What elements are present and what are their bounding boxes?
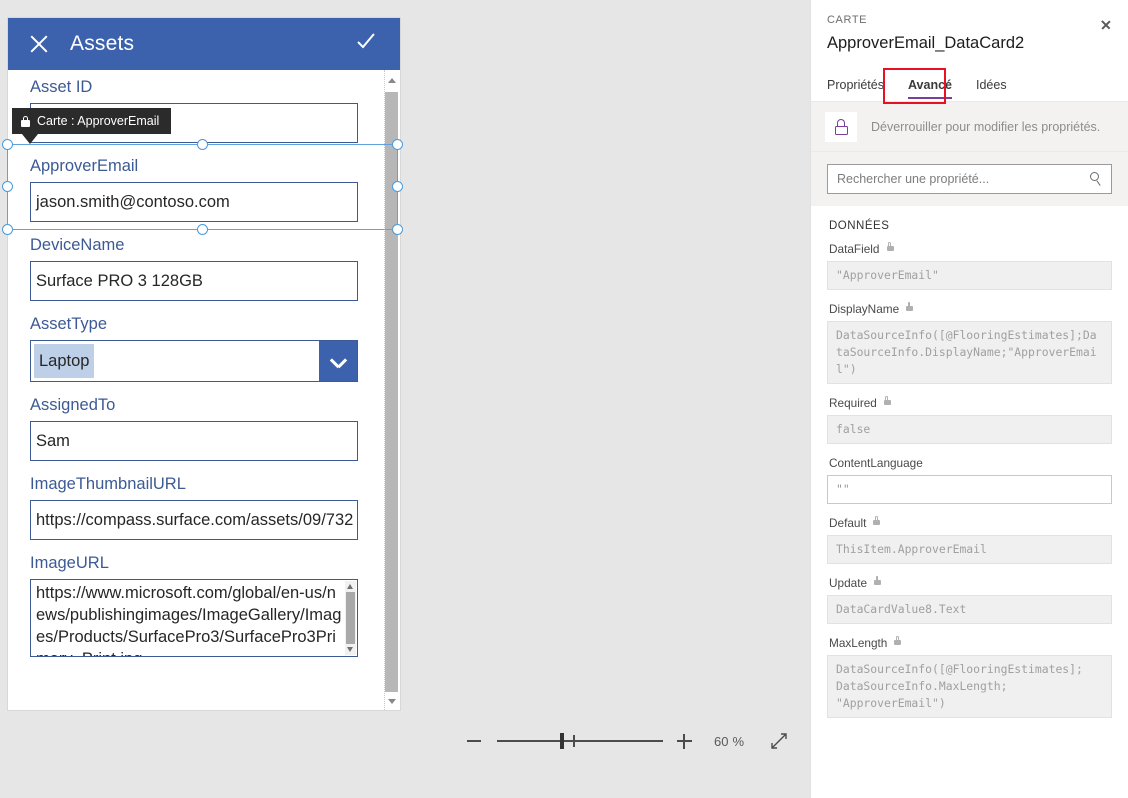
scrollbar-thumb[interactable] bbox=[346, 592, 355, 644]
lock-banner[interactable]: Déverrouiller pour modifier les propriét… bbox=[811, 102, 1128, 152]
lock-icon bbox=[21, 115, 30, 127]
property-search-box[interactable]: Rechercher une propriété... bbox=[827, 164, 1112, 194]
zoom-toolbar: 60 % bbox=[0, 722, 810, 760]
slider-track bbox=[496, 740, 663, 742]
canvas-area: Assets Asset ID ApproverEmail jason.smit… bbox=[0, 0, 810, 760]
selection-tooltip: Carte : ApproverEmail bbox=[12, 108, 172, 134]
scroll-up-arrow-icon[interactable] bbox=[388, 78, 396, 83]
app-title: Assets bbox=[70, 32, 135, 55]
property-default: Default ThisItem.ApproverEmail bbox=[827, 516, 1112, 564]
property-required: Required false bbox=[827, 396, 1112, 444]
textarea-scrollbar[interactable] bbox=[345, 581, 356, 655]
property-label: Required bbox=[829, 396, 877, 410]
scroll-down-arrow-icon[interactable] bbox=[388, 699, 396, 704]
data-card-approveremail[interactable]: ApproverEmail jason.smith@contoso.com bbox=[8, 143, 380, 222]
property-value[interactable]: DataSourceInfo([@FlooringEstimates]; Dat… bbox=[827, 655, 1112, 718]
close-icon[interactable] bbox=[28, 33, 50, 55]
panel-header: CARTE ApproverEmail_DataCard2 bbox=[811, 0, 1128, 68]
imageurl-textarea[interactable]: https://www.microsoft.com/global/en-us/n… bbox=[30, 579, 358, 657]
tab-avance[interactable]: Avancé bbox=[907, 78, 962, 101]
zoom-slider[interactable] bbox=[496, 731, 663, 751]
property-value[interactable]: false bbox=[827, 415, 1112, 444]
lock-icon bbox=[906, 302, 914, 311]
assignedto-input[interactable]: Sam bbox=[30, 421, 358, 461]
search-icon[interactable] bbox=[1090, 172, 1103, 187]
property-value[interactable]: "ApproverEmail" bbox=[827, 261, 1112, 290]
panel-tabs: Propriétés Avancé Idées bbox=[811, 68, 1128, 102]
approveremail-input[interactable]: jason.smith@contoso.com bbox=[30, 182, 358, 222]
tab-idees[interactable]: Idées bbox=[976, 78, 1017, 101]
zoom-out-button[interactable] bbox=[466, 740, 481, 742]
data-card-imageurl[interactable]: ImageURL https://www.microsoft.com/globa… bbox=[8, 540, 380, 657]
zoom-percent-sign: % bbox=[732, 733, 744, 749]
properties-list: DONNÉES DataField "ApproverEmail" Displa… bbox=[811, 206, 1128, 798]
chevron-down-icon bbox=[331, 354, 346, 369]
slider-tick bbox=[572, 735, 575, 747]
property-value[interactable]: DataCardValue8.Text bbox=[827, 595, 1112, 624]
property-value[interactable]: ThisItem.ApproverEmail bbox=[827, 535, 1112, 564]
property-label: MaxLength bbox=[829, 636, 888, 650]
property-value[interactable]: "" bbox=[827, 475, 1112, 504]
assettype-dropdown[interactable]: Laptop bbox=[30, 340, 358, 382]
zoom-in-button[interactable] bbox=[676, 733, 692, 749]
lock-icon bbox=[834, 118, 848, 135]
panel-title: ApproverEmail_DataCard2 bbox=[827, 34, 1025, 52]
property-label: ContentLanguage bbox=[829, 456, 923, 470]
form-scrollbar[interactable] bbox=[380, 70, 400, 710]
app-header: Assets bbox=[8, 18, 400, 70]
lock-icon bbox=[886, 242, 894, 251]
data-card-imagethumbnailurl[interactable]: ImageThumbnailURL https://compass.surfac… bbox=[8, 461, 380, 540]
field-label: ImageThumbnailURL bbox=[30, 475, 186, 493]
imagethumbnailurl-input[interactable]: https://compass.surface.com/assets/09/73… bbox=[30, 500, 358, 540]
lock-button[interactable] bbox=[825, 111, 857, 142]
fit-to-screen-icon[interactable] bbox=[770, 732, 788, 750]
devicename-input[interactable]: Surface PRO 3 128GB bbox=[30, 261, 358, 301]
panel-kicker: CARTE bbox=[827, 14, 868, 26]
property-displayname: DisplayName DataSourceInfo([@FlooringEst… bbox=[827, 302, 1112, 384]
property-maxlength: MaxLength DataSourceInfo([@FlooringEstim… bbox=[827, 636, 1112, 718]
assettype-selected-value: Laptop bbox=[34, 344, 95, 378]
scroll-up-arrow-icon[interactable] bbox=[347, 584, 353, 589]
form-body: Asset ID ApproverEmail jason.smith@conto… bbox=[8, 70, 400, 710]
chevron-right-icon[interactable] bbox=[1100, 16, 1114, 30]
property-update: Update DataCardValue8.Text bbox=[827, 576, 1112, 624]
property-contentlanguage: ContentLanguage "" bbox=[827, 456, 1112, 504]
field-label: DeviceName bbox=[30, 236, 125, 254]
lock-icon bbox=[874, 576, 882, 585]
data-card-assignedto[interactable]: AssignedTo Sam bbox=[8, 382, 380, 461]
data-card-devicename[interactable]: DeviceName Surface PRO 3 128GB bbox=[8, 222, 380, 301]
property-label: DataField bbox=[829, 242, 880, 256]
imageurl-text: https://www.microsoft.com/global/en-us/n… bbox=[36, 584, 342, 656]
tooltip-text: Carte : ApproverEmail bbox=[37, 114, 160, 128]
dropdown-toggle-button[interactable] bbox=[319, 341, 357, 381]
data-card-assettype[interactable]: AssetType Laptop bbox=[8, 301, 380, 382]
check-icon[interactable] bbox=[356, 34, 380, 56]
tab-proprietes[interactable]: Propriétés bbox=[827, 78, 894, 101]
field-label: Asset ID bbox=[30, 78, 93, 96]
section-title-donnees: DONNÉES bbox=[829, 220, 890, 232]
lock-icon bbox=[894, 636, 902, 645]
search-placeholder: Rechercher une propriété... bbox=[837, 172, 990, 186]
lock-banner-text: Déverrouiller pour modifier les propriét… bbox=[871, 119, 1101, 134]
slider-handle[interactable] bbox=[559, 733, 564, 749]
property-label: DisplayName bbox=[829, 302, 900, 316]
field-label: AssignedTo bbox=[30, 396, 116, 414]
property-label: Update bbox=[829, 576, 868, 590]
app-root: Assets Asset ID ApproverEmail jason.smit… bbox=[0, 0, 1128, 798]
field-label: AssetType bbox=[30, 315, 108, 333]
field-label: ApproverEmail bbox=[30, 157, 139, 175]
tooltip-pointer bbox=[22, 134, 38, 144]
property-value[interactable]: DataSourceInfo([@FlooringEstimates];Data… bbox=[827, 321, 1112, 384]
field-label: ImageURL bbox=[30, 554, 109, 572]
properties-panel: CARTE ApproverEmail_DataCard2 Propriétés… bbox=[810, 0, 1128, 798]
scrollbar-thumb[interactable] bbox=[385, 92, 398, 692]
scroll-down-arrow-icon[interactable] bbox=[347, 647, 353, 652]
property-datafield: DataField "ApproverEmail" bbox=[827, 242, 1112, 290]
lock-icon bbox=[873, 516, 881, 525]
zoom-level-value: 60 bbox=[713, 733, 729, 749]
lock-icon bbox=[883, 396, 891, 405]
property-label: Default bbox=[829, 516, 867, 530]
search-section: Rechercher une propriété... bbox=[811, 152, 1128, 206]
dropdown-filler bbox=[94, 341, 319, 381]
